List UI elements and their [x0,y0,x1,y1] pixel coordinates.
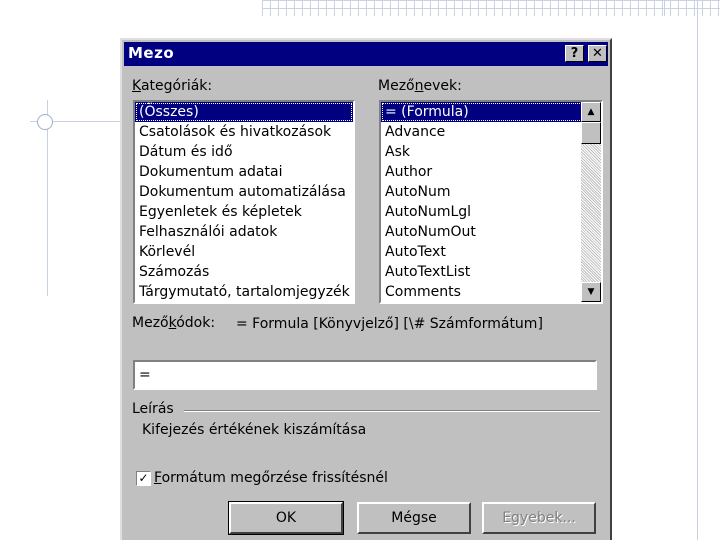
background-top-line [664,0,665,16]
field-name-item[interactable]: AutoText [381,242,601,262]
category-item[interactable]: Körlevél [135,242,353,262]
field-name-item[interactable]: Advance [381,122,601,142]
field-name-item[interactable]: Ask [381,142,601,162]
field-name-item[interactable]: = (Formula) [381,102,601,122]
field-code-syntax: = Formula [Könyvjelző] [\# Számformátum] [236,316,543,332]
field-name-item[interactable]: AutoNumLgl [381,202,601,222]
field-names-scrollbar[interactable]: ▲ ▼ [581,102,601,302]
scroll-thumb[interactable] [581,122,601,144]
description-divider [184,410,600,412]
category-item[interactable]: Dokumentum adatai [135,162,353,182]
scroll-up-arrow-icon[interactable]: ▲ [581,102,601,122]
category-item[interactable]: (Összes) [135,102,353,122]
close-button[interactable]: ✕ [588,45,607,62]
field-names-listbox[interactable]: = (Formula) Advance Ask Author AutoNum AutoNu… [379,100,603,304]
field-codes-label: Mezőkódok: [132,315,216,331]
field-code-input[interactable]: = [133,360,597,390]
dialog-title: Mezo [128,44,175,62]
field-name-item[interactable]: Comments [381,282,601,302]
field-name-item[interactable]: AutoNumOut [381,222,601,242]
field-name-item[interactable]: AutoNum [381,182,601,202]
description-header: Leírás [132,401,174,417]
title-bar: Mezo ? ✕ [124,42,608,66]
category-item[interactable]: Tárgymutató, tartalomjegyzék [135,282,353,302]
field-names-label: Mezőnevek: [378,78,462,94]
field-name-item[interactable]: Author [381,162,601,182]
category-item[interactable]: Csatolások és hivatkozások [135,122,353,142]
category-item[interactable]: Dokumentum automatizálása [135,182,353,202]
categories-listbox[interactable]: (Összes) Csatolások és hivatkozások Dátum … [133,100,355,304]
scroll-down-arrow-icon[interactable]: ▼ [581,282,601,302]
preserve-format-checkbox[interactable]: ✓ [136,471,151,486]
category-item[interactable]: Felhasználói adatok [135,222,353,242]
help-button[interactable]: ? [565,45,584,62]
cancel-button[interactable]: Mégse [357,502,471,534]
description-text: Kifejezés értékének kiszámítása [142,422,367,438]
more-options-button[interactable]: Egyebek... [482,502,596,534]
background-grid-band [262,0,720,16]
field-name-item[interactable]: AutoTextList [381,262,601,282]
categories-label: Kategóriák: [132,78,213,94]
background-right-line [697,0,698,540]
category-item[interactable]: Dátum és idő [135,142,353,162]
field-dialog: Mezo ? ✕ Kategóriák: (Összes) Csatolások … [120,38,612,540]
preserve-format-label[interactable]: Formátum megőrzése frissítésnél [154,470,388,486]
category-item[interactable]: Számozás [135,262,353,282]
ok-button[interactable]: OK [228,501,344,535]
background-circle-ornament [37,114,53,130]
category-item[interactable]: Egyenletek és képletek [135,202,353,222]
